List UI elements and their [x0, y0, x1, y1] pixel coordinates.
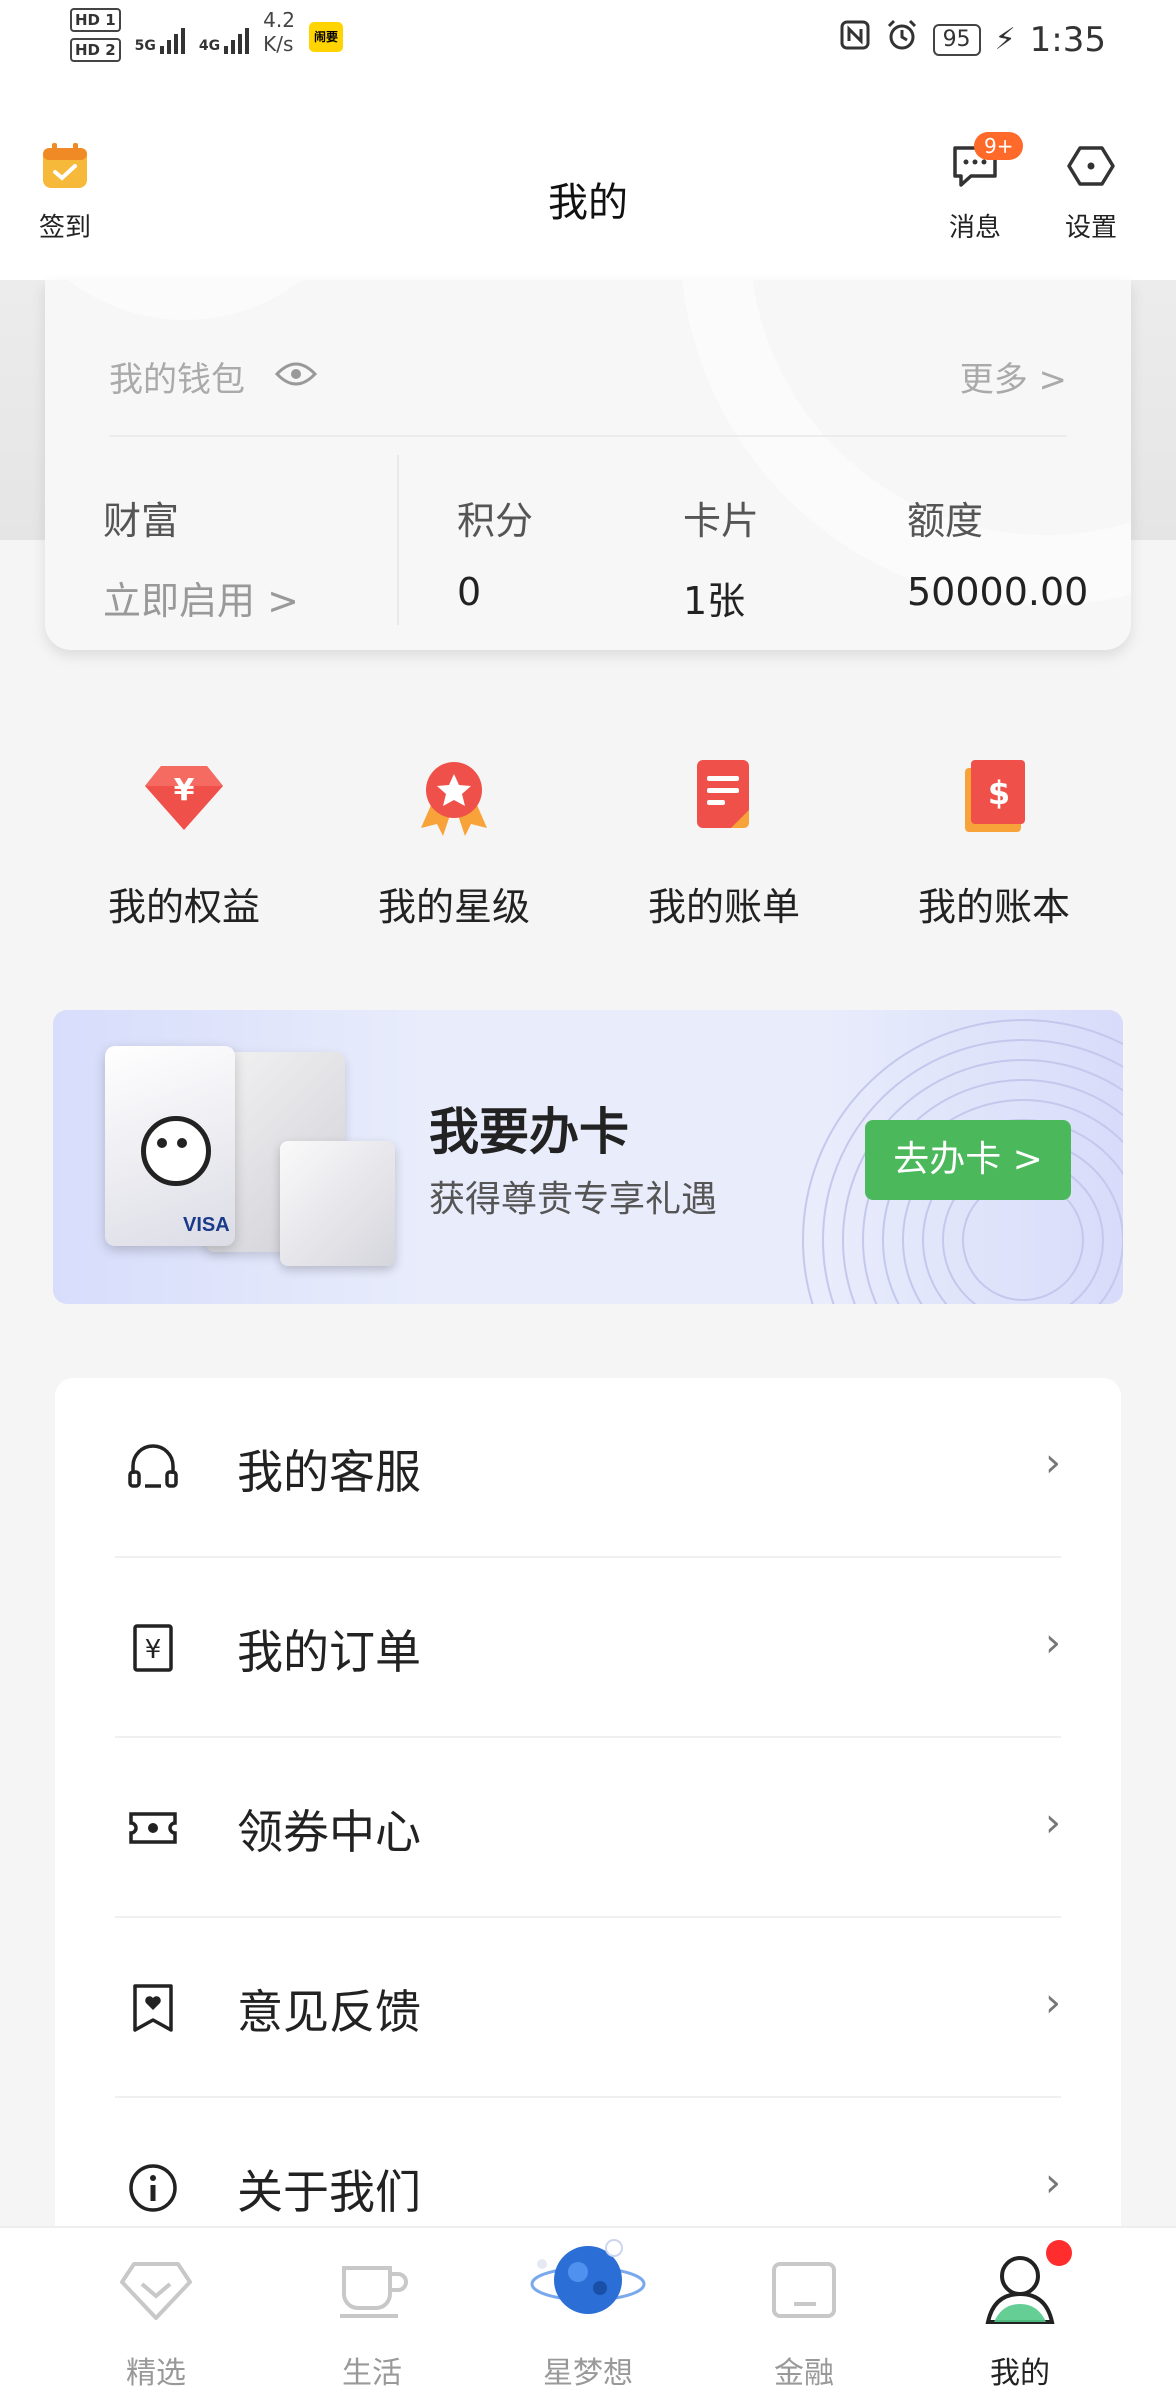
messages-label: 消息: [948, 213, 1001, 243]
quick-action-label: 我的账本: [917, 885, 1070, 929]
diamond-icon: [120, 2262, 192, 2320]
menu-item-coupon-center[interactable]: 领券中心 ›: [55, 1738, 1121, 1918]
hd1-indicator: HD 1: [70, 8, 121, 32]
menu-item-label: 关于我们: [237, 2165, 421, 2219]
chevron-right-icon: ›: [1045, 1440, 1061, 1486]
cup-icon: [340, 2266, 408, 2318]
battery-indicator: 95: [932, 23, 981, 56]
apply-card-button[interactable]: 去办卡 >: [865, 1120, 1071, 1200]
chevron-right-icon: ›: [1045, 1980, 1061, 2026]
star-medal-icon: [421, 762, 487, 836]
chevron-right-icon: ›: [1045, 2160, 1061, 2206]
chevron-right-icon: ›: [1045, 1620, 1061, 1666]
tab-mine[interactable]: 我的: [930, 2248, 1110, 2392]
menu-item-feedback[interactable]: 意见反馈 ›: [55, 1918, 1121, 2098]
charging-icon: ⚡: [994, 22, 1016, 57]
net1-label: 5G: [134, 38, 156, 54]
header: 签到 我的 消息 9+ 设置: [0, 80, 1176, 280]
diamond-yuan-icon: ¥: [145, 766, 223, 830]
quick-action-label: 我的权益: [107, 885, 260, 929]
svg-text:$: $: [988, 774, 1010, 812]
banner-subtitle: 获得尊贵专享礼遇: [429, 1179, 718, 1220]
tab-label: 精选: [126, 2356, 186, 2391]
notification-dot: [1046, 2240, 1072, 2266]
limit-label: 额度: [907, 499, 984, 543]
feedback-bookmark-icon: [133, 1984, 173, 2032]
clock: 1:35: [1029, 19, 1106, 60]
banner-title: 我要办卡: [429, 1103, 629, 1161]
tab-finance[interactable]: 金融: [714, 2248, 894, 2392]
quick-action-star-level[interactable]: 我的星级: [334, 750, 574, 931]
tab-label: 生活: [342, 2356, 402, 2391]
tab-label: 金融: [774, 2356, 834, 2391]
credit-card-image: VISA: [105, 1046, 395, 1266]
divider: [109, 435, 1067, 437]
quick-action-benefits[interactable]: ¥ 我的权益: [64, 750, 304, 931]
settings-label: 设置: [1064, 213, 1117, 243]
info-icon: [129, 2164, 177, 2212]
settings-button[interactable]: 设置: [1056, 140, 1126, 244]
alarm-icon: [885, 18, 919, 61]
menu-item-label: 意见反馈: [237, 1985, 421, 2039]
cards-value[interactable]: 1张: [683, 570, 745, 625]
signal1-icon: [159, 18, 185, 54]
eye-icon[interactable]: [274, 357, 318, 397]
signal2-icon: [224, 18, 250, 54]
tab-life[interactable]: 生活: [282, 2248, 462, 2392]
menu-item-orders[interactable]: ¥ 我的订单 ›: [55, 1558, 1121, 1738]
net-speed: 4.2 K/s: [263, 8, 295, 56]
status-bar: HD 1 HD 2 5G 4G 4.2 K/s 闹要 95 ⚡ 1:35: [0, 0, 1176, 80]
yuan-receipt-icon: ¥: [133, 1624, 173, 1672]
points-label: 积分: [457, 499, 534, 543]
svg-text:¥: ¥: [145, 1635, 162, 1665]
dollar-book-icon: $: [965, 760, 1025, 832]
menu-item-label: 我的订单: [237, 1625, 421, 1679]
points-value[interactable]: 0: [457, 570, 481, 614]
wallet-card: 我的钱包 更多 > 财富 立即启用 > 积分 0 卡片 1张 额度 50000.…: [45, 280, 1131, 650]
tab-featured[interactable]: 精选: [66, 2248, 246, 2392]
apply-card-banner[interactable]: VISA 我要办卡 获得尊贵专享礼遇 去办卡 >: [53, 1010, 1123, 1304]
nfc-icon: [839, 19, 871, 60]
bill-icon: [697, 760, 749, 828]
net2-label: 4G: [198, 38, 221, 54]
wealth-label: 财富: [103, 499, 180, 543]
quick-action-label: 我的星级: [377, 885, 530, 929]
ticket-icon: [129, 1812, 177, 1844]
gear-icon: [1067, 146, 1115, 186]
chevron-right-icon: ›: [1045, 1800, 1061, 1846]
limit-value[interactable]: 50000.00: [907, 570, 1088, 614]
headset-icon: [128, 1444, 178, 1488]
messages-button[interactable]: 消息 9+: [940, 132, 1024, 244]
messages-badge: 9+: [974, 132, 1024, 160]
svg-text:¥: ¥: [174, 773, 195, 808]
quick-action-ledger[interactable]: $ 我的账本: [874, 750, 1114, 931]
menu-item-label: 我的客服: [237, 1445, 421, 1499]
bottom-tab-bar: 精选 生活 星梦想 金融 我的: [0, 2226, 1176, 2402]
menu-item-label: 领券中心: [237, 1805, 421, 1859]
tab-star-dream[interactable]: 星梦想: [498, 2239, 678, 2392]
wallet-more-link[interactable]: 更多 >: [960, 352, 1067, 401]
menu-item-customer-service[interactable]: 我的客服 ›: [55, 1378, 1121, 1558]
tab-label: 我的: [990, 2356, 1050, 2391]
wealth-enable-link[interactable]: 立即启用 >: [103, 570, 299, 625]
tab-label: 星梦想: [543, 2356, 633, 2391]
cards-label: 卡片: [683, 499, 760, 543]
app-badge: 闹要: [308, 22, 343, 52]
quick-action-bill[interactable]: 我的账单: [604, 750, 844, 931]
wallet-icon: [772, 2262, 836, 2318]
planet-icon: [530, 2239, 646, 2314]
wallet-title: 我的钱包: [109, 360, 245, 400]
divider: [397, 455, 399, 625]
quick-action-label: 我的账单: [647, 885, 800, 929]
hd2-indicator: HD 2: [70, 38, 121, 62]
